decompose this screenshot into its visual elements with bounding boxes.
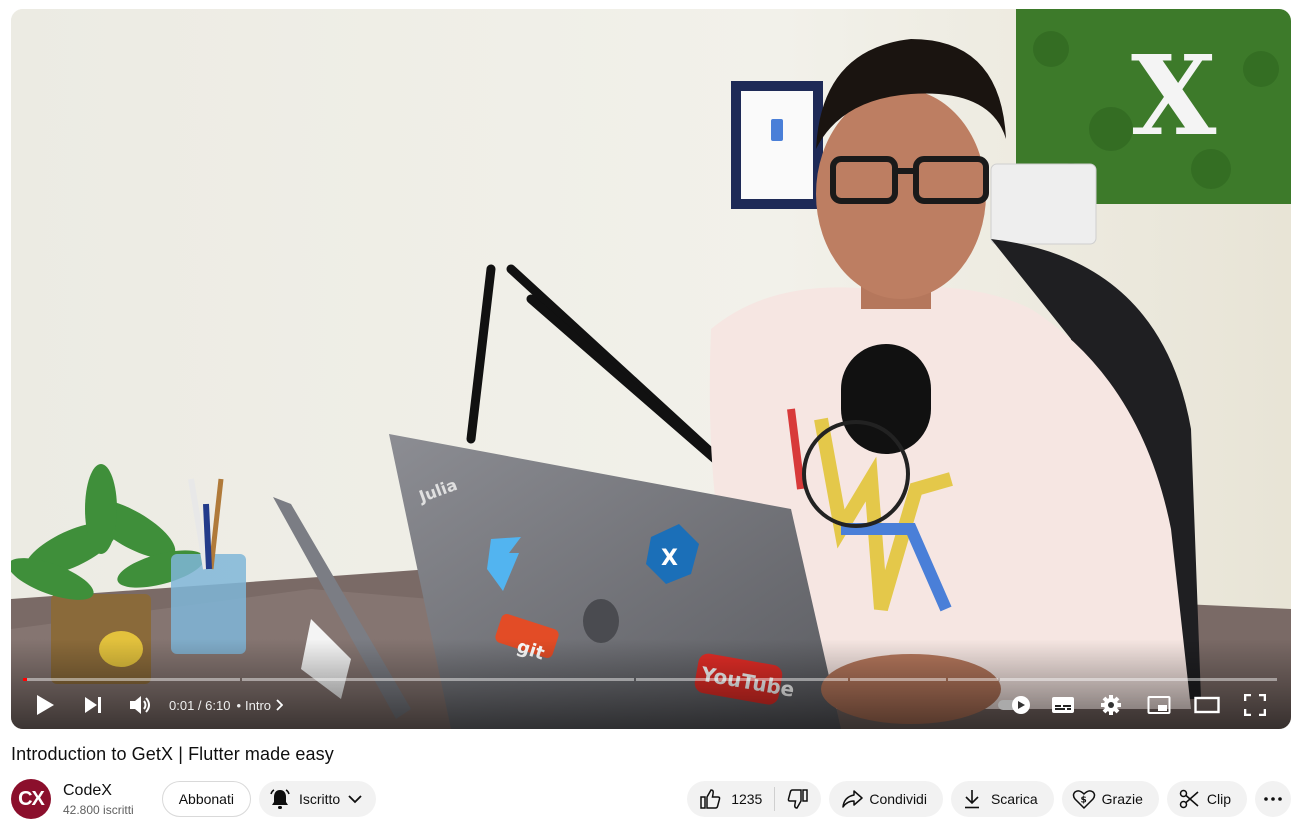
join-button[interactable]: Abbonati — [161, 781, 251, 817]
miniplayer-icon — [1147, 696, 1171, 714]
chapter-segment[interactable] — [850, 678, 946, 681]
svg-text:X: X — [1131, 31, 1217, 160]
download-button[interactable]: Scarica — [950, 781, 1054, 817]
chevron-right-icon — [276, 699, 284, 711]
like-count: 1235 — [731, 791, 763, 807]
subscribed-label: Iscritto — [298, 791, 341, 807]
subtitles-icon — [1052, 697, 1074, 713]
next-button[interactable] — [69, 685, 117, 725]
subtitles-button[interactable] — [1039, 685, 1087, 725]
autoplay-toggle[interactable] — [991, 685, 1039, 725]
fullscreen-icon — [1244, 694, 1266, 716]
svg-text:X: X — [661, 546, 678, 571]
video-frame[interactable]: X X Julia — [11, 9, 1291, 729]
player-controls: 0:01 / 6:10 • Intro — [11, 685, 1291, 725]
clip-button[interactable]: Clip — [1166, 781, 1247, 817]
volume-button[interactable] — [117, 685, 165, 725]
like-icon — [700, 789, 721, 809]
chapter-segment[interactable] — [636, 678, 848, 681]
subscriber-count: 42.800 iscritti — [63, 802, 134, 817]
chapter-separator: • — [236, 697, 242, 713]
share-icon — [842, 790, 864, 808]
chapter-segment[interactable] — [948, 678, 998, 681]
channel-info: CodeX 42.800 iscritti — [63, 782, 134, 817]
share-button[interactable]: Condividi — [829, 781, 943, 817]
video-player[interactable]: X X Julia 0:01 / 6:10 • Intro — [11, 9, 1291, 729]
thanks-label: Grazie — [1101, 791, 1143, 807]
more-actions-button[interactable] — [1255, 781, 1291, 817]
progress-bar[interactable] — [23, 678, 1279, 681]
progress-played — [23, 678, 27, 681]
like-dislike-group: 1235 — [687, 781, 822, 817]
chapter-label: Intro — [245, 697, 272, 713]
download-label: Scarica — [990, 791, 1038, 807]
volume-icon — [130, 696, 150, 714]
fullscreen-button[interactable] — [1231, 685, 1279, 725]
dislike-button[interactable] — [787, 788, 809, 810]
channel-avatar[interactable]: CX — [11, 779, 51, 819]
settings-icon — [1101, 695, 1121, 715]
thanks-icon: $ — [1072, 790, 1095, 810]
settings-button[interactable] — [1087, 685, 1135, 725]
dislike-icon — [788, 789, 809, 809]
next-icon — [85, 697, 101, 713]
video-meta-row: CX CodeX 42.800 iscritti Abbonati Iscrit… — [11, 778, 1291, 820]
clip-icon — [1179, 789, 1199, 809]
like-divider — [774, 787, 776, 811]
video-title: Introduction to GetX | Flutter made easy — [11, 744, 334, 764]
chapter-title-button[interactable]: • Intro — [236, 697, 284, 713]
subscribed-button[interactable]: Iscritto — [258, 781, 377, 817]
like-button[interactable]: 1235 — [699, 788, 762, 810]
autoplay-toggle-icon — [998, 696, 1030, 714]
miniplayer-button[interactable] — [1135, 685, 1183, 725]
play-button[interactable] — [21, 685, 69, 725]
theater-mode-button[interactable] — [1183, 685, 1231, 725]
time-display: 0:01 / 6:10 — [169, 697, 231, 713]
join-label: Abbonati — [178, 791, 234, 807]
download-icon — [964, 790, 979, 809]
clip-label: Clip — [1206, 791, 1231, 807]
share-label: Condividi — [869, 791, 927, 807]
thanks-button[interactable]: $ Grazie — [1061, 781, 1159, 817]
chevron-down-icon — [348, 794, 362, 803]
chapter-segment[interactable] — [242, 678, 634, 681]
play-icon — [37, 695, 54, 715]
chapter-segment[interactable] — [23, 678, 240, 681]
channel-name[interactable]: CodeX — [63, 782, 134, 800]
theater-mode-icon — [1194, 696, 1220, 714]
bell-icon — [270, 789, 290, 809]
svg-text:$: $ — [1080, 796, 1086, 806]
chapter-segment[interactable] — [1000, 678, 1277, 681]
more-icon — [1264, 797, 1282, 801]
